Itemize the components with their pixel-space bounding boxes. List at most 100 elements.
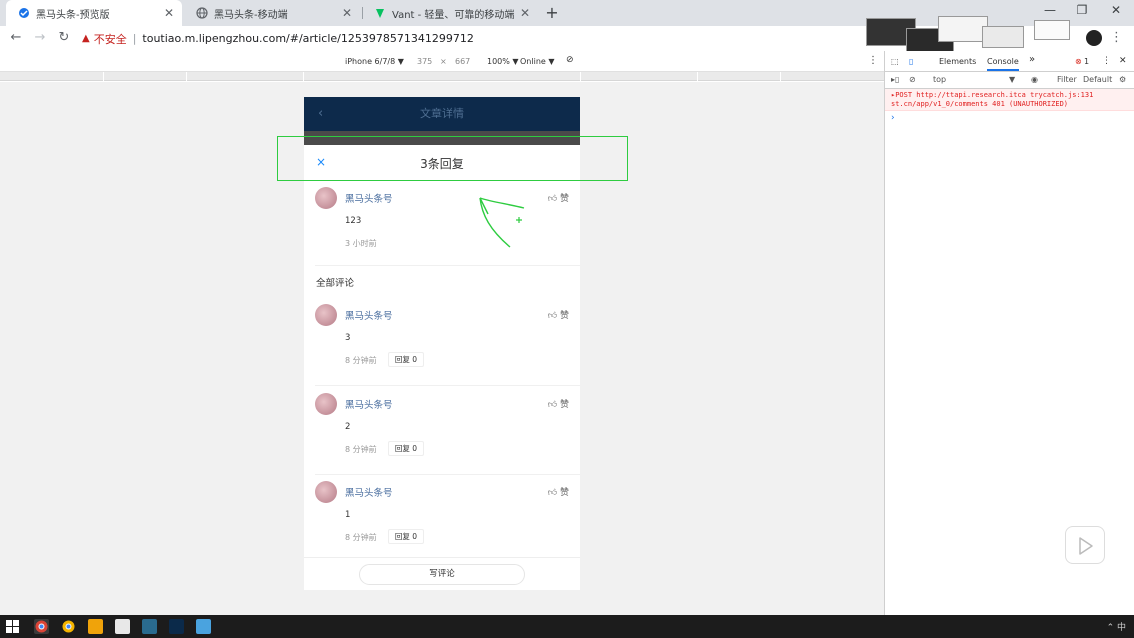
comment-text: 3 (345, 333, 351, 343)
inspect-element-icon[interactable]: ⬚ (891, 57, 899, 66)
windows-start-icon[interactable] (6, 620, 19, 633)
chrome-taskbar-icon[interactable] (34, 619, 49, 634)
device-toolbar-menu-icon[interactable]: ⋮ (868, 55, 878, 66)
back-chevron-icon[interactable]: ‹ (318, 97, 323, 131)
window-thumbnail (938, 16, 988, 42)
like-button[interactable]: 👍︎ 赞 (548, 308, 569, 321)
comment-text: 1 (345, 510, 351, 520)
ruler-segment (580, 72, 581, 81)
tab-mobile[interactable]: 黑马头条-移动端 ✕ (184, 0, 360, 26)
globe-icon (196, 7, 208, 19)
avatar (315, 304, 337, 326)
reload-icon[interactable]: ↻ (56, 30, 72, 46)
tab-preview[interactable]: 黑马头条-预览版 ✕ (6, 0, 182, 26)
like-button[interactable]: 👍︎ 赞 (548, 485, 569, 498)
comment-username: 黑马头条号 (345, 400, 393, 411)
reply-count-button[interactable]: 回复 0 (388, 352, 424, 367)
list-item: 黑马头条号 👍︎ 赞 2 8 分钟前 回复 0 (304, 393, 580, 467)
window-thumbnail (982, 26, 1024, 48)
more-tabs-icon[interactable]: » (1029, 54, 1035, 65)
annotation-arrow-icon (479, 197, 525, 248)
error-line[interactable]: ▸POST http://ttapi.research.itca trycatc… (891, 91, 1134, 100)
chrome-menu-icon[interactable]: ⋮ (1110, 30, 1123, 45)
comment-text: 2 (345, 422, 351, 432)
typora-taskbar-icon[interactable] (115, 619, 130, 634)
avatar (315, 187, 337, 209)
omnibox[interactable]: ▲ 不安全 | toutiao.m.lipengzhou.com/#/artic… (82, 29, 852, 48)
error-count-icon[interactable]: ⊗ (1075, 57, 1082, 66)
tab-label: 黑马头条-移动端 (214, 9, 288, 21)
height-input[interactable]: 667 (455, 57, 470, 66)
photoshop-taskbar-icon[interactable] (169, 619, 184, 634)
write-comment-button[interactable]: 写评论 (359, 564, 525, 585)
os-taskbar: ⌃ 中 (0, 615, 1134, 638)
system-tray-ime[interactable]: ⌃ 中 (1107, 620, 1126, 633)
chrome-taskbar-icon[interactable] (61, 619, 76, 634)
thumbs-up-icon: 👍︎ (547, 311, 558, 321)
tab-close-icon[interactable]: ✕ (164, 6, 174, 20)
times-sign: × (440, 57, 447, 66)
url-text[interactable]: toutiao.m.lipengzhou.com/#/article/12539… (142, 32, 473, 45)
zoom-select[interactable]: 100% ▼ (487, 57, 519, 66)
rotate-icon[interactable]: ⊘ (566, 55, 574, 65)
close-window-button[interactable]: ✕ (1106, 3, 1126, 17)
devtools-close-icon[interactable]: ✕ (1119, 56, 1127, 66)
error-count: 1 (1084, 57, 1090, 66)
profile-avatar[interactable] (1086, 30, 1102, 46)
like-button[interactable]: 👍︎ 赞 (548, 397, 569, 410)
ruler-segment (697, 72, 698, 81)
restore-button[interactable]: ❐ (1072, 3, 1092, 17)
app-taskbar-icon[interactable] (196, 619, 211, 634)
security-label[interactable]: 不安全 (94, 31, 127, 47)
device-select[interactable]: iPhone 6/7/8 ▼ (345, 57, 404, 66)
filter-input[interactable]: Filter (1057, 75, 1077, 84)
omnibox-separator: | (132, 32, 137, 45)
toutiao-favicon-icon (18, 7, 30, 19)
levels-select[interactable]: Default (1083, 75, 1112, 84)
annotation-highlight-box (277, 136, 628, 181)
comment-username: 黑马头条号 (345, 311, 393, 322)
divider (315, 265, 580, 266)
ruler-segment (186, 72, 187, 81)
reply-count-button[interactable]: 回复 0 (388, 441, 424, 456)
avatar (315, 481, 337, 503)
tab-close-icon[interactable]: ✕ (520, 6, 530, 20)
tab-elements[interactable]: Elements (939, 57, 976, 66)
console-prompt[interactable]: › (891, 113, 895, 123)
editor-taskbar-icon[interactable] (142, 619, 157, 634)
width-input[interactable]: 375 (417, 57, 432, 66)
all-comments-heading: 全部评论 (316, 278, 355, 289)
minimize-button[interactable]: — (1040, 3, 1060, 17)
console-settings-gear-icon[interactable]: ⚙ (1119, 75, 1126, 84)
context-dropdown-icon[interactable]: ▼ (1009, 75, 1015, 84)
device-toggle-icon[interactable]: ▯ (909, 57, 913, 66)
devtools-menu-icon[interactable]: ⋮ (1102, 56, 1111, 66)
tab-console[interactable]: Console (987, 57, 1019, 71)
tab-vant[interactable]: Vant - 轻量、可靠的移动端 Vue ✕ (362, 0, 538, 26)
devtools-tab-bar: ⬚ ▯ Elements Console » ⊗ 1 ⋮ ✕ (885, 51, 1134, 72)
divider (315, 385, 580, 386)
console-sidebar-icon[interactable]: ▸▯ (891, 75, 899, 84)
thumbs-up-icon: 👍︎ (547, 400, 558, 410)
divider (315, 474, 580, 475)
like-button[interactable]: 👍︎ 赞 (548, 191, 569, 204)
tab-close-icon[interactable]: ✕ (342, 6, 352, 20)
media-query-ruler (0, 72, 884, 81)
nav-title: 文章详情 (420, 107, 464, 120)
nav-bar: ‹ 文章详情 (304, 97, 580, 131)
console-error-message: ▸POST http://ttapi.research.itca trycatc… (885, 89, 1134, 111)
network-select[interactable]: Online ▼ (520, 57, 555, 66)
clear-console-icon[interactable]: ⊘ (909, 75, 916, 84)
eye-icon[interactable]: ◉ (1031, 75, 1038, 84)
forward-arrow-icon[interactable]: → (32, 30, 48, 46)
error-line[interactable]: st.cn/app/v1_0/comments 401 (UNAUTHORIZE… (891, 100, 1134, 109)
reply-count-button[interactable]: 回复 0 (388, 529, 424, 544)
ruler-segment (303, 72, 304, 81)
tray-chevron-icon[interactable]: ⌃ (1107, 623, 1115, 633)
context-select[interactable]: top (933, 75, 946, 84)
new-tab-button[interactable]: + (543, 3, 561, 22)
video-play-overlay[interactable] (1065, 526, 1105, 564)
list-item: 黑马头条号 👍︎ 赞 3 8 分钟前 回复 0 (304, 304, 580, 378)
sublime-taskbar-icon[interactable] (88, 619, 103, 634)
back-arrow-icon[interactable]: ← (8, 30, 24, 46)
